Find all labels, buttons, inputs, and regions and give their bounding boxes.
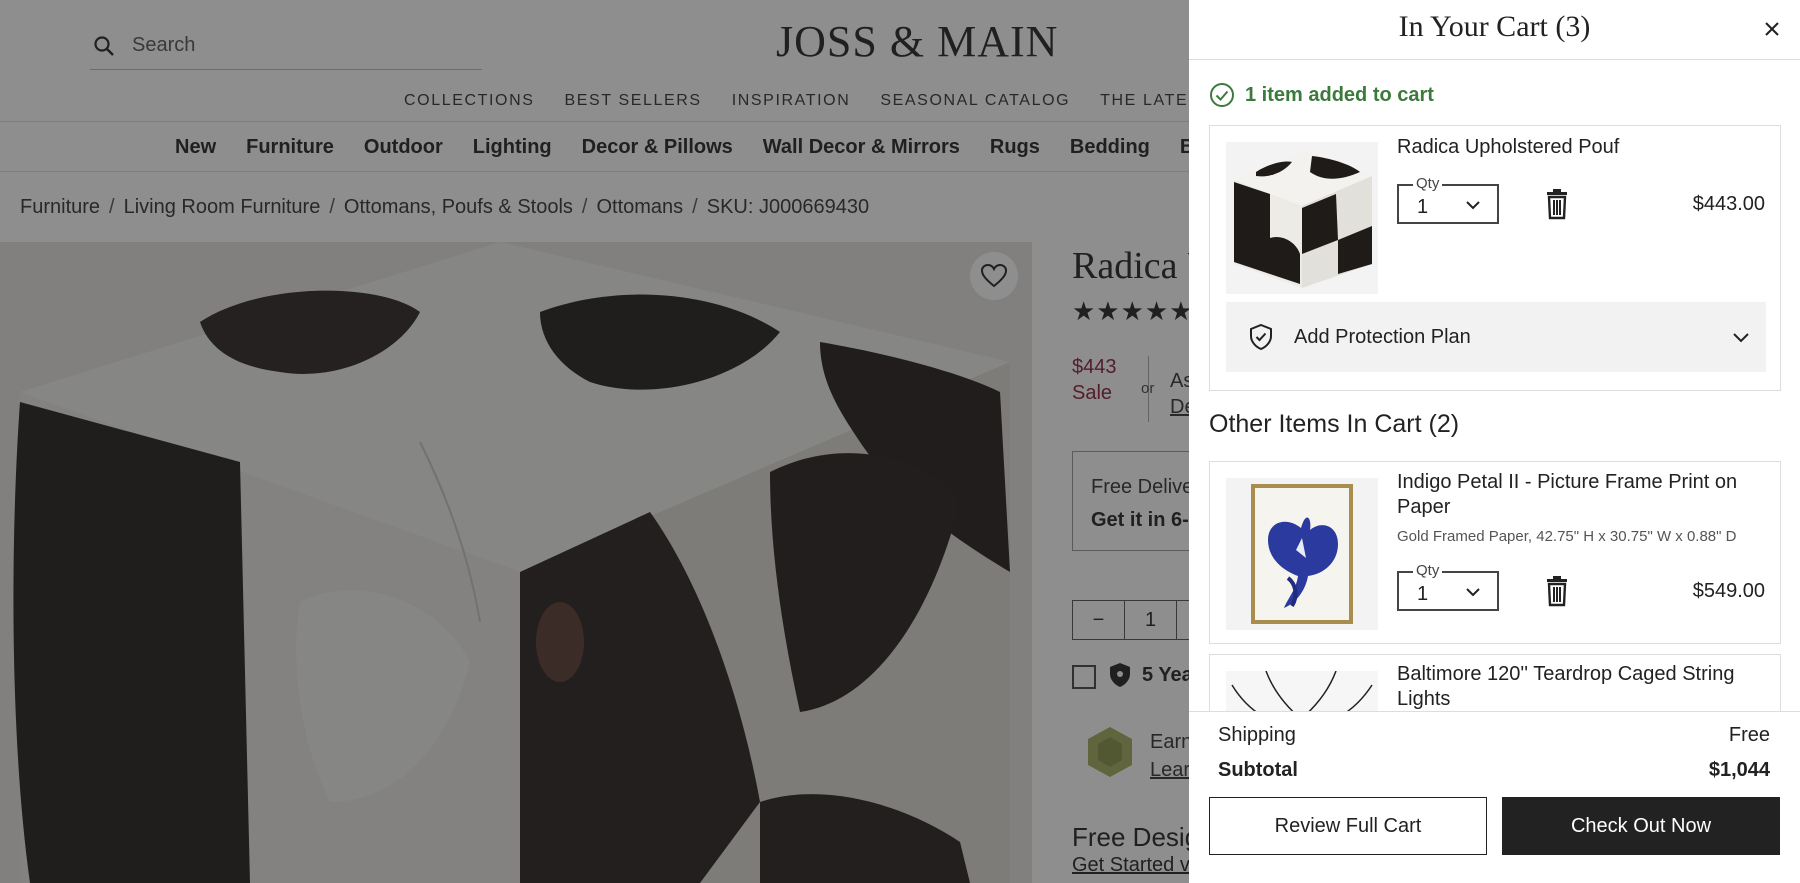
item-variant: Gold Framed Paper, 42.75" H x 30.75" W x… [1397, 528, 1737, 545]
shipping-value: Free [1728, 724, 1770, 746]
protection-plan-label: Add Protection Plan [1294, 325, 1471, 348]
other-items-heading: Other Items In Cart (2) [1209, 410, 1460, 438]
check-circle-icon [1210, 83, 1234, 107]
qty-value: 1 [1417, 196, 1429, 218]
item-name[interactable]: Indigo Petal II - Picture Frame Print on… [1397, 470, 1767, 520]
check-out-now-button[interactable]: Check Out Now [1502, 797, 1780, 855]
qty-value: 1 [1417, 583, 1429, 605]
subtotal-label: Subtotal [1218, 759, 1298, 781]
added-confirmation: 1 item added to cart [1209, 82, 1434, 108]
add-protection-plan[interactable]: Add Protection Plan [1226, 302, 1766, 372]
subtotal-row: Subtotal $1,044 [1218, 759, 1770, 782]
quantity-select[interactable]: Qty 1 [1397, 175, 1499, 224]
qty-label: Qty [1413, 175, 1443, 192]
pouf-thumbnail-image [1226, 142, 1378, 294]
review-full-cart-button[interactable]: Review Full Cart [1209, 797, 1487, 855]
quantity-select[interactable]: Qty 1 [1397, 562, 1499, 611]
item-name[interactable]: Radica Upholstered Pouf [1397, 135, 1767, 160]
item-name[interactable]: Baltimore 120'' Teardrop Caged String Li… [1397, 662, 1767, 712]
trash-icon [1547, 189, 1567, 220]
shipping-label: Shipping [1218, 724, 1296, 746]
chevron-down-icon [1466, 201, 1480, 210]
trash-icon [1547, 576, 1567, 607]
item-thumbnail[interactable] [1226, 142, 1378, 294]
close-button[interactable] [1759, 16, 1785, 42]
chevron-down-icon [1466, 588, 1480, 597]
shield-check-icon [1250, 323, 1272, 351]
flower-print-image [1226, 478, 1378, 630]
chevron-down-icon [1733, 333, 1749, 343]
cart-item: Indigo Petal II - Picture Frame Print on… [1209, 461, 1781, 644]
close-icon [1765, 22, 1779, 36]
remove-item-button[interactable] [1543, 188, 1571, 220]
qty-label: Qty [1413, 562, 1443, 579]
subtotal-value: $1,044 [1708, 759, 1770, 781]
item-price: $443.00 [1692, 193, 1765, 215]
cart-item: Radica Upholstered Pouf Qty 1 $443.00 Ad… [1209, 125, 1781, 391]
cart-title: In Your Cart (3) [1398, 10, 1591, 43]
cart-header: In Your Cart (3) [1189, 0, 1800, 60]
shipping-row: Shipping Free [1218, 724, 1770, 747]
remove-item-button[interactable] [1543, 575, 1571, 607]
item-thumbnail[interactable] [1226, 478, 1378, 630]
added-message: 1 item added to cart [1245, 83, 1434, 106]
cart-drawer: In Your Cart (3) 1 item added to cart Ra… [1189, 0, 1800, 883]
item-price: $549.00 [1692, 580, 1765, 602]
